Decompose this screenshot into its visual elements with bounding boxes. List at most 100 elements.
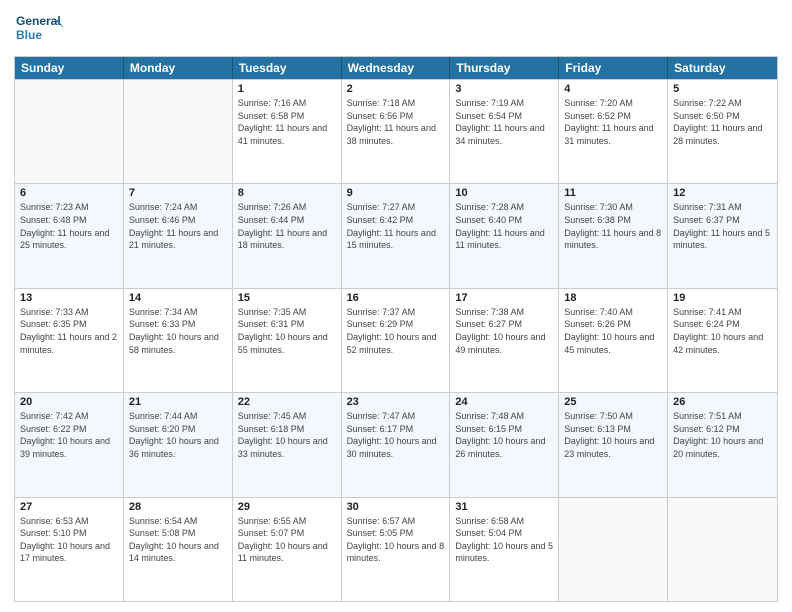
calendar: SundayMondayTuesdayWednesdayThursdayFrid… [14,56,778,602]
cell-date-number: 11 [564,187,662,199]
calendar-day-cell: 4Sunrise: 7:20 AMSunset: 6:52 PMDaylight… [559,80,668,183]
calendar-day-cell: 5 Sunrise: 7:22 AMSunset: 6:50 PMDaylight… [668,80,777,183]
calendar-day-cell: 28Sunrise: 6:54 AMSunset: 5:08 PMDayligh… [124,498,233,601]
cell-date-number: 31 [455,501,553,513]
cell-sun-info: Sunrise: 7:18 AMSunset: 6:56 PMDaylight:… [347,97,445,147]
calendar-day-cell: 30Sunrise: 6:57 AMSunset: 5:05 PMDayligh… [342,498,451,601]
calendar-day-cell: 1Sunrise: 7:16 AMSunset: 6:58 PMDaylight… [233,80,342,183]
calendar-day-cell: 7 Sunrise: 7:24 AMSunset: 6:46 PMDaylight… [124,184,233,287]
calendar-day-cell: 29 Sunrise: 6:55 AMSunset: 5:07 PMDayligh… [233,498,342,601]
cell-sun-info: Sunrise: 7:31 AMSunset: 6:37 PMDaylight:… [673,201,772,251]
calendar-day-cell: 31 Sunrise: 6:58 AMSunset: 5:04 PMDayligh… [450,498,559,601]
calendar-day-cell: 8 Sunrise: 7:26 AMSunset: 6:44 PMDaylight… [233,184,342,287]
logo: General Blue [14,10,64,48]
calendar-day-cell: 3Sunrise: 7:19 AMSunset: 6:54 PMDaylight… [450,80,559,183]
calendar-row: 1Sunrise: 7:16 AMSunset: 6:58 PMDaylight… [15,79,777,183]
cal-header-cell: Friday [559,57,668,79]
cal-header-cell: Tuesday [233,57,342,79]
cell-sun-info: Sunrise: 7:26 AMSunset: 6:44 PMDaylight:… [238,201,336,251]
cell-sun-info: Sunrise: 7:47 AMSunset: 6:17 PMDaylight:… [347,410,445,460]
calendar-day-cell: 26 Sunrise: 7:51 AMSunset: 6:12 PMDayligh… [668,393,777,496]
cell-sun-info: Sunrise: 7:48 AMSunset: 6:15 PMDaylight:… [455,410,553,460]
calendar-day-cell: 15 Sunrise: 7:35 AMSunset: 6:31 PMDayligh… [233,289,342,392]
calendar-day-cell: 12 Sunrise: 7:31 AMSunset: 6:37 PMDayligh… [668,184,777,287]
cell-sun-info: Sunrise: 7:30 AMSunset: 6:38 PMDaylight:… [564,201,662,251]
cell-date-number: 27 [20,501,118,513]
cell-sun-info: Sunrise: 7:35 AMSunset: 6:31 PMDaylight:… [238,306,336,356]
calendar-day-cell: 16 Sunrise: 7:37 AMSunset: 6:29 PMDayligh… [342,289,451,392]
cell-sun-info: Sunrise: 7:24 AMSunset: 6:46 PMDaylight:… [129,201,227,251]
cell-date-number: 24 [455,396,553,408]
cell-date-number: 14 [129,292,227,304]
cell-date-number: 22 [238,396,336,408]
cell-date-number: 26 [673,396,772,408]
cell-sun-info: Sunrise: 7:23 AMSunset: 6:48 PMDaylight:… [20,201,118,251]
cell-date-number: 2 [347,83,445,95]
cell-date-number: 28 [129,501,227,513]
cell-date-number: 6 [20,187,118,199]
calendar-empty-cell [124,80,233,183]
header: General Blue [14,10,778,48]
cell-sun-info: Sunrise: 7:38 AMSunset: 6:27 PMDaylight:… [455,306,553,356]
calendar-header-row: SundayMondayTuesdayWednesdayThursdayFrid… [15,57,777,79]
cell-date-number: 10 [455,187,553,199]
calendar-row: 6 Sunrise: 7:23 AMSunset: 6:48 PMDaylight… [15,183,777,287]
cell-sun-info: Sunrise: 7:41 AMSunset: 6:24 PMDaylight:… [673,306,772,356]
calendar-day-cell: 24 Sunrise: 7:48 AMSunset: 6:15 PMDayligh… [450,393,559,496]
cell-sun-info: Sunrise: 7:50 AMSunset: 6:13 PMDaylight:… [564,410,662,460]
cell-date-number: 16 [347,292,445,304]
calendar-day-cell: 27 Sunrise: 6:53 AMSunset: 5:10 PMDayligh… [15,498,124,601]
calendar-day-cell: 20 Sunrise: 7:42 AMSunset: 6:22 PMDayligh… [15,393,124,496]
cell-date-number: 3 [455,83,553,95]
svg-text:General: General [16,14,61,28]
cell-sun-info: Sunrise: 7:51 AMSunset: 6:12 PMDaylight:… [673,410,772,460]
cell-sun-info: Sunrise: 7:42 AMSunset: 6:22 PMDaylight:… [20,410,118,460]
calendar-day-cell: 2 Sunrise: 7:18 AMSunset: 6:56 PMDaylight… [342,80,451,183]
calendar-row: 13Sunrise: 7:33 AMSunset: 6:35 PMDayligh… [15,288,777,392]
cell-sun-info: Sunrise: 7:40 AMSunset: 6:26 PMDaylight:… [564,306,662,356]
calendar-day-cell: 11 Sunrise: 7:30 AMSunset: 6:38 PMDayligh… [559,184,668,287]
svg-text:Blue: Blue [16,28,42,42]
cell-date-number: 8 [238,187,336,199]
calendar-empty-cell [15,80,124,183]
cell-sun-info: Sunrise: 7:37 AMSunset: 6:29 PMDaylight:… [347,306,445,356]
cell-date-number: 5 [673,83,772,95]
cell-sun-info: Sunrise: 7:27 AMSunset: 6:42 PMDaylight:… [347,201,445,251]
cell-sun-info: Sunrise: 7:44 AMSunset: 6:20 PMDaylight:… [129,410,227,460]
cal-header-cell: Monday [124,57,233,79]
cell-date-number: 15 [238,292,336,304]
calendar-empty-cell [668,498,777,601]
cell-date-number: 19 [673,292,772,304]
page: General Blue SundayMondayTuesdayWednesda… [0,0,792,612]
cell-sun-info: Sunrise: 6:55 AMSunset: 5:07 PMDaylight:… [238,515,336,565]
cell-date-number: 18 [564,292,662,304]
calendar-day-cell: 21 Sunrise: 7:44 AMSunset: 6:20 PMDayligh… [124,393,233,496]
calendar-day-cell: 9 Sunrise: 7:27 AMSunset: 6:42 PMDaylight… [342,184,451,287]
calendar-day-cell: 17Sunrise: 7:38 AMSunset: 6:27 PMDayligh… [450,289,559,392]
cell-date-number: 4 [564,83,662,95]
cell-sun-info: Sunrise: 7:45 AMSunset: 6:18 PMDaylight:… [238,410,336,460]
cell-date-number: 9 [347,187,445,199]
calendar-empty-cell [559,498,668,601]
cell-sun-info: Sunrise: 7:22 AMSunset: 6:50 PMDaylight:… [673,97,772,147]
calendar-day-cell: 22 Sunrise: 7:45 AMSunset: 6:18 PMDayligh… [233,393,342,496]
cell-date-number: 29 [238,501,336,513]
calendar-day-cell: 18 Sunrise: 7:40 AMSunset: 6:26 PMDayligh… [559,289,668,392]
cal-header-cell: Wednesday [342,57,451,79]
cell-sun-info: Sunrise: 7:34 AMSunset: 6:33 PMDaylight:… [129,306,227,356]
cell-date-number: 21 [129,396,227,408]
calendar-body: 1Sunrise: 7:16 AMSunset: 6:58 PMDaylight… [15,79,777,601]
calendar-day-cell: 23Sunrise: 7:47 AMSunset: 6:17 PMDayligh… [342,393,451,496]
cell-sun-info: Sunrise: 6:58 AMSunset: 5:04 PMDaylight:… [455,515,553,565]
cal-header-cell: Saturday [668,57,777,79]
cal-header-cell: Thursday [450,57,559,79]
calendar-row: 27 Sunrise: 6:53 AMSunset: 5:10 PMDayligh… [15,497,777,601]
cell-date-number: 13 [20,292,118,304]
cell-date-number: 12 [673,187,772,199]
cell-sun-info: Sunrise: 6:53 AMSunset: 5:10 PMDaylight:… [20,515,118,565]
calendar-day-cell: 10Sunrise: 7:28 AMSunset: 6:40 PMDayligh… [450,184,559,287]
cell-date-number: 7 [129,187,227,199]
cell-date-number: 20 [20,396,118,408]
calendar-day-cell: 14 Sunrise: 7:34 AMSunset: 6:33 PMDayligh… [124,289,233,392]
cell-sun-info: Sunrise: 6:57 AMSunset: 5:05 PMDaylight:… [347,515,445,565]
